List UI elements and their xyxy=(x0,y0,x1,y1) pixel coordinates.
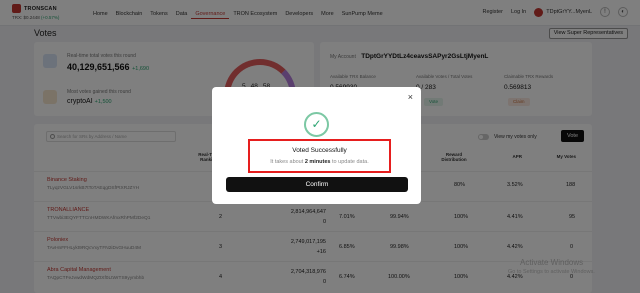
dialog-title: Voted Successfully xyxy=(292,147,347,154)
highlight-box xyxy=(248,139,391,173)
vote-success-dialog: × ✓ Voted Successfully It takes about 2 … xyxy=(212,87,421,204)
confirm-button[interactable]: Confirm xyxy=(226,177,408,192)
success-check-icon: ✓ xyxy=(304,112,329,137)
dialog-message: It takes about 2 minutes to update data. xyxy=(248,159,391,165)
dialog-message-suffix: to update data. xyxy=(332,159,369,165)
dialog-message-prefix: It takes about xyxy=(270,159,304,165)
close-icon[interactable]: × xyxy=(408,93,413,102)
dialog-message-duration: 2 minutes xyxy=(304,159,331,165)
